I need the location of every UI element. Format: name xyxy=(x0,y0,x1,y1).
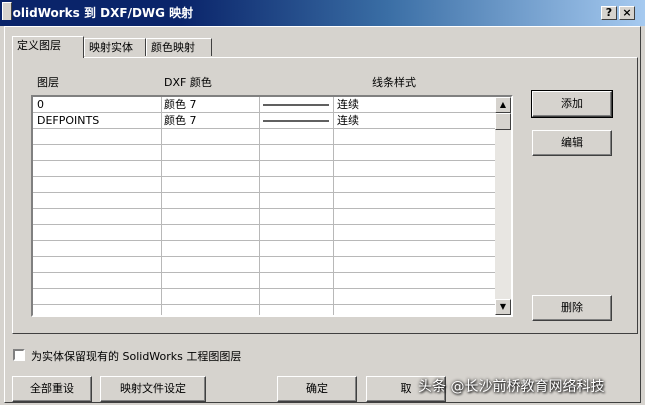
window-title: SolidWorks 到 DXF/DWG 映射 xyxy=(4,6,194,20)
tab-placeholder xyxy=(2,2,12,20)
table-row xyxy=(33,177,497,193)
layer-name-cell: DEFPOINTS xyxy=(37,114,100,127)
keep-layers-label: 为实体保留现有的 SolidWorks 工程图图层 xyxy=(31,350,242,363)
scroll-up-icon[interactable]: ▲ xyxy=(495,97,511,113)
tab-define-layers[interactable]: 定义图层 xyxy=(12,36,84,58)
layer-list[interactable]: 0 颜色 7 连续 DEFPOINTS 颜色 7 连续 ▲ ▼ xyxy=(31,95,513,317)
scroll-thumb[interactable] xyxy=(495,113,511,130)
table-row xyxy=(33,289,497,305)
ok-button[interactable]: 确定 xyxy=(277,376,357,402)
table-row xyxy=(33,129,497,145)
table-row xyxy=(33,209,497,225)
scroll-down-icon[interactable]: ▼ xyxy=(495,299,511,315)
tab-color-mapping[interactable]: 颜色映射 xyxy=(146,38,212,56)
line-style-cell: 连续 xyxy=(337,114,359,127)
vertical-scrollbar[interactable]: ▲ ▼ xyxy=(495,97,511,315)
keep-layers-checkbox[interactable] xyxy=(13,349,25,361)
title-bar: SolidWorks 到 DXF/DWG 映射 ? × xyxy=(0,0,645,26)
table-row xyxy=(33,241,497,257)
delete-button[interactable]: 删除 xyxy=(532,295,612,321)
table-row xyxy=(33,161,497,177)
reset-all-button[interactable]: 全部重设 xyxy=(12,376,92,402)
map-file-settings-button[interactable]: 映射文件设定 xyxy=(100,376,206,402)
column-header-layer: 图层 xyxy=(37,76,59,89)
line-style-sample xyxy=(263,104,329,106)
layer-name-cell: 0 xyxy=(37,98,44,111)
table-row[interactable]: DEFPOINTS 颜色 7 连续 xyxy=(33,113,497,129)
watermark: 头条 @长沙前桥教育网络科技 xyxy=(418,379,605,395)
table-row[interactable]: 0 颜色 7 连续 xyxy=(33,97,497,113)
line-style-cell: 连续 xyxy=(337,98,359,111)
table-row xyxy=(33,273,497,289)
color-cell: 颜色 7 xyxy=(164,114,197,127)
tab-map-entities[interactable]: 映射实体 xyxy=(84,38,146,56)
column-header-line-style: 线条样式 xyxy=(372,76,416,89)
table-row xyxy=(33,225,497,241)
add-button[interactable]: 添加 xyxy=(531,90,613,118)
help-button[interactable]: ? xyxy=(601,6,617,20)
close-button[interactable]: × xyxy=(619,6,635,20)
color-cell: 颜色 7 xyxy=(164,98,197,111)
column-header-dxf-color: DXF 颜色 xyxy=(164,76,212,89)
table-row xyxy=(33,193,497,209)
edit-button[interactable]: 编辑 xyxy=(532,130,612,156)
line-style-sample xyxy=(263,120,329,122)
table-row xyxy=(33,257,497,273)
table-row xyxy=(33,145,497,161)
